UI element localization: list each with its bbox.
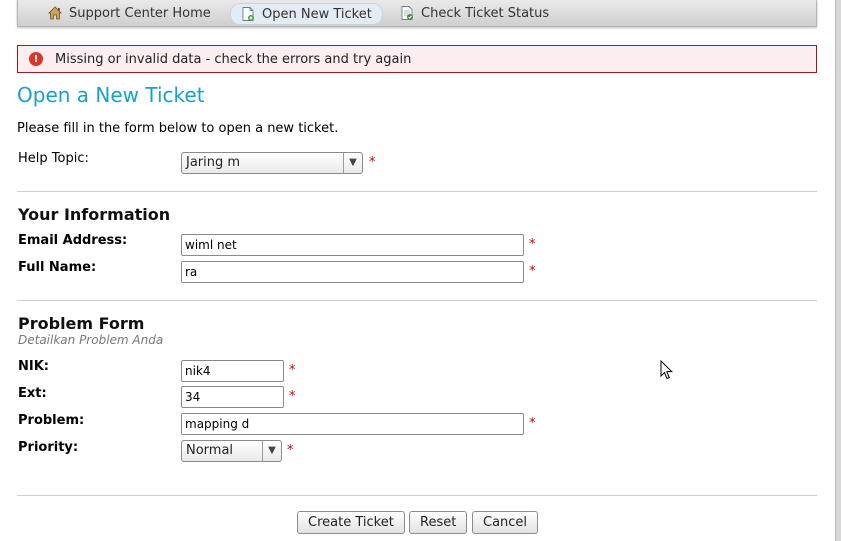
- chevron-down-icon: ▼: [262, 441, 281, 461]
- nav-check-ticket-status[interactable]: Check Ticket Status: [399, 3, 549, 23]
- priority-select[interactable]: Normal ▼: [181, 440, 282, 462]
- mouse-pointer-icon: [660, 359, 674, 384]
- error-icon: !: [29, 52, 43, 66]
- nav-label: Open New Ticket: [262, 6, 372, 22]
- cancel-button[interactable]: Cancel: [472, 511, 539, 534]
- your-information-heading: Your Information: [18, 205, 171, 224]
- create-ticket-button[interactable]: Create Ticket: [297, 511, 405, 534]
- nik-label: NIK:: [18, 359, 49, 374]
- ext-label: Ext:: [18, 386, 47, 401]
- nav-open-new-ticket[interactable]: Open New Ticket: [230, 3, 383, 25]
- full-name-field[interactable]: ra: [181, 261, 524, 283]
- required-marker: *: [287, 443, 294, 458]
- nik-field[interactable]: nik4: [181, 360, 284, 382]
- vertical-scrollbar[interactable]: [835, 0, 841, 541]
- new-ticket-icon: [240, 6, 256, 22]
- required-marker: *: [529, 264, 536, 279]
- intro-text: Please fill in the form below to open a …: [17, 121, 339, 136]
- reset-button[interactable]: Reset: [409, 511, 468, 534]
- divider: [17, 191, 817, 192]
- problem-field[interactable]: mapping d: [181, 413, 524, 435]
- help-topic-select[interactable]: Jaring m ▼: [181, 152, 363, 174]
- required-marker: *: [289, 363, 296, 378]
- required-marker: *: [529, 416, 536, 431]
- required-marker: *: [529, 237, 536, 252]
- nav-support-center-home[interactable]: Support Center Home: [47, 3, 211, 23]
- ext-field[interactable]: 34: [181, 386, 284, 408]
- problem-form-subtitle: Detailkan Problem Anda: [18, 333, 164, 347]
- email-field[interactable]: wiml net: [181, 234, 524, 256]
- problem-form-heading: Problem Form: [18, 314, 145, 333]
- home-icon: [47, 5, 63, 21]
- ticket-status-icon: [399, 5, 415, 21]
- error-banner: ! Missing or invalid data - check the er…: [17, 45, 817, 73]
- nav-label: Check Ticket Status: [421, 5, 550, 21]
- priority-value: Normal: [186, 443, 234, 458]
- nav-label: Support Center Home: [69, 5, 211, 21]
- required-marker: *: [289, 389, 296, 404]
- divider: [17, 495, 817, 496]
- priority-label: Priority:: [18, 440, 79, 455]
- page-title: Open a New Ticket: [17, 83, 205, 107]
- error-message: Missing or invalid data - check the erro…: [55, 51, 412, 67]
- email-label: Email Address:: [18, 233, 128, 248]
- full-name-label: Full Name:: [18, 260, 97, 275]
- help-topic-label: Help Topic:: [18, 151, 89, 166]
- help-topic-value: Jaring m: [186, 155, 241, 170]
- chevron-down-icon: ▼: [343, 153, 362, 173]
- divider: [17, 300, 817, 301]
- problem-label: Problem:: [18, 413, 85, 428]
- top-nav: Support Center Home Open New Ticket Chec…: [17, 0, 817, 27]
- required-marker: *: [369, 155, 376, 170]
